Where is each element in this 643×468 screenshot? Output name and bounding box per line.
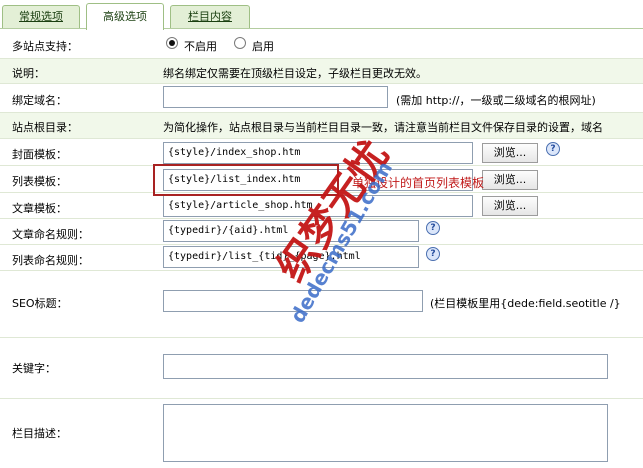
multisite-label: 多站点支持： <box>12 40 78 53</box>
article-template-label: 文章模板： <box>12 202 67 215</box>
radio-enabled-label: 启用 <box>252 40 274 53</box>
help-icon[interactable]: ? <box>426 247 440 261</box>
siteroot-text: 为简化操作，站点根目录与当前栏目目录一致，请注意当前栏目文件保存目录的设置，域名 <box>163 121 603 134</box>
cover-template-label: 封面模板： <box>12 148 67 161</box>
radio-disabled-label: 不启用 <box>184 40 217 53</box>
row-cover-template: 封面模板： {style}/index_shop.htm 浏览... ? <box>0 139 643 166</box>
siteroot-label: 站点根目录： <box>12 121 78 134</box>
row-siteroot: 站点根目录： 为简化操作，站点根目录与当前栏目目录一致，请注意当前栏目文件保存目… <box>0 113 643 139</box>
radio-enabled[interactable] <box>234 37 246 49</box>
desc-text: 绑名绑定仅需要在顶级栏目设定，子级栏目更改无效。 <box>163 67 427 80</box>
seo-label: SEO标题： <box>12 297 68 310</box>
desc-label: 说明： <box>12 67 45 80</box>
tab-general-label: 常规选项 <box>19 10 63 23</box>
article-browse-button[interactable]: 浏览... <box>482 196 538 216</box>
seo-note: (栏目模板里用{dede:field.seotitle /} <box>430 297 621 310</box>
radio-disabled[interactable] <box>166 37 178 49</box>
domain-input[interactable] <box>163 86 388 108</box>
cover-browse-button[interactable]: 浏览... <box>482 143 538 163</box>
cover-template-input[interactable]: {style}/index_shop.htm <box>163 142 473 164</box>
tab-advanced-label: 高级选项 <box>103 10 147 23</box>
help-icon[interactable]: ? <box>426 221 440 235</box>
tab-general[interactable]: 常规选项 <box>2 5 80 28</box>
description-textarea[interactable] <box>163 404 608 462</box>
row-domain: 绑定域名： (需加 http://，一级或二级域名的根网址) <box>0 84 643 113</box>
help-icon[interactable]: ? <box>546 142 560 156</box>
keywords-input[interactable] <box>163 354 608 379</box>
domain-note: (需加 http://，一级或二级域名的根网址) <box>396 94 596 107</box>
article-rule-label: 文章命名规则： <box>12 228 89 241</box>
keywords-label: 关键字： <box>12 362 56 375</box>
description-label: 栏目描述： <box>12 427 67 440</box>
tab-bar: 常规选项 高级选项 栏目内容 <box>0 0 643 30</box>
row-keywords: 关键字： <box>0 338 643 399</box>
tab-content-label: 栏目内容 <box>188 10 232 23</box>
row-category-description: 栏目描述： <box>0 399 643 468</box>
row-multisite: 多站点支持： 不启用 启用 <box>0 30 643 59</box>
domain-label: 绑定域名： <box>12 94 67 107</box>
list-template-label: 列表模板： <box>12 175 67 188</box>
list-rule-label: 列表命名规则： <box>12 254 89 267</box>
list-browse-button[interactable]: 浏览... <box>482 170 538 190</box>
row-description-note: 说明： 绑名绑定仅需要在顶级栏目设定，子级栏目更改无效。 <box>0 59 643 84</box>
tab-advanced[interactable]: 高级选项 <box>86 3 164 30</box>
tab-content[interactable]: 栏目内容 <box>170 5 250 28</box>
